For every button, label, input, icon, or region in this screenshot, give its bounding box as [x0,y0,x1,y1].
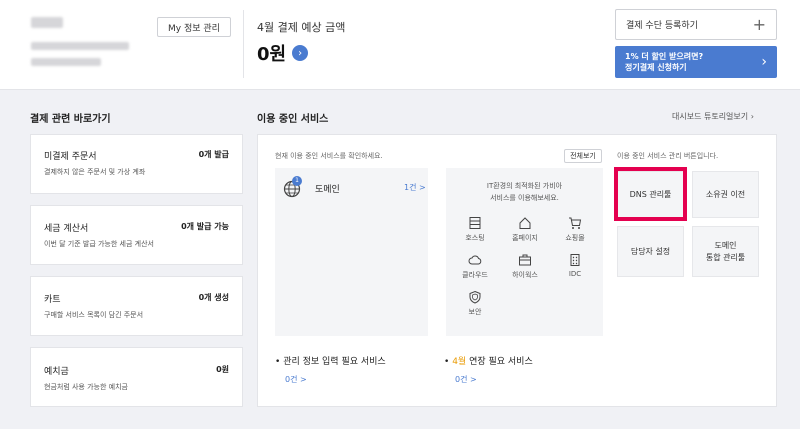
renewal-required-count[interactable]: 0건 > [455,374,477,385]
ownership-transfer-button[interactable]: 소유권 이전 [692,171,759,218]
my-info-button[interactable]: My 정보 관리 [157,17,231,37]
domain-service-row[interactable]: 1 도메인 1건 > [275,168,428,336]
shortcut-card-cart[interactable]: 카트 0개 생성 구매할 서비스 목록이 담긴 주문서 [30,276,243,336]
renewal-required-label: • 4월 연장 필요 서비스 [444,354,533,367]
subscription-promo-button[interactable]: 1% 더 할인 받으려면? 정기결제 신청하기 › [615,46,777,78]
header-divider [243,10,244,78]
shortcut-value: 0원 [216,365,229,374]
shortcut-card-deposit[interactable]: 예치금 0원 현금처럼 사용 가능한 예치금 [30,347,243,407]
shortcut-title: 세금 계산서 [44,224,89,234]
services-title: 이용 중인 서비스 [257,114,329,125]
expected-amount-row: 0원 › [257,40,309,66]
info-required-label: • 관리 정보 입력 필요 서비스 [275,354,386,367]
homepage-service[interactable]: 홈페이지 [500,216,550,243]
rack-icon [570,254,580,266]
expected-amount: 0원 [257,44,287,65]
service-label: 홈페이지 [512,234,538,242]
bullet: • [275,357,281,367]
manager-settings-label: 담당자 설정 [630,246,671,256]
renewal-required-text: 연장 필요 서비스 [466,357,533,367]
shortcut-value: 0개 발급 [198,150,229,159]
service-label: IDC [568,270,582,278]
chevron-right-icon: › [750,112,754,121]
expected-payment-label: 4월 결제 예상 금액 [257,21,346,34]
promo-text-line1: IT환경의 최적화된 가비아 [486,182,563,190]
cloud-icon [468,255,482,265]
shortcut-value: 0개 생성 [198,293,229,302]
cart-icon [569,217,582,229]
domain-integrated-manager-button[interactable]: 도메인 통합 관리툴 [692,226,759,277]
promo-line2: 정기결제 신청하기 [625,63,687,72]
domain-label: 도메인 [315,185,340,195]
dns-manager-highlight [614,167,687,221]
renewal-month: 4월 [452,357,467,367]
service-label: 쇼핑몰 [565,234,585,242]
shortcut-desc: 결제하지 않은 주문서 및 가상 계좌 [44,168,146,176]
domain-count[interactable]: 1건 > [404,182,426,193]
shortcut-desc: 구매할 서비스 목록이 담긴 주문서 [44,311,144,319]
tutorial-link[interactable]: 대시보드 튜토리얼보기 › [672,111,754,122]
hiworks-service[interactable]: 하이웍스 [500,253,550,280]
ownership-transfer-label: 소유권 이전 [705,189,746,199]
promo-text-line2: 서비스를 이용해보세요. [490,194,559,202]
service-promo-box: IT환경의 최적화된 가비아 서비스를 이용해보세요. 호스팅 홈페이지 쇼핑몰… [446,168,603,336]
manager-settings-button[interactable]: 담당자 설정 [617,226,684,277]
user-id-redacted [31,58,101,66]
cloud-service[interactable]: 클라우드 [450,253,500,280]
promo-line1: 1% 더 할인 받으려면? [625,52,704,61]
domain-badge: 1 [292,176,302,186]
info-required-count[interactable]: 0건 > [285,374,307,385]
shortcut-title: 미결제 주문서 [44,152,97,162]
shortcut-title: 카트 [44,295,61,305]
shortcut-desc: 현금처럼 사용 가능한 예치금 [44,383,128,391]
shortcut-value: 0개 발급 가능 [181,222,229,231]
briefcase-icon [519,254,531,266]
server-icon [469,217,481,229]
shortcuts-title: 결제 관련 바로가기 [30,114,111,125]
shopping-mall-service[interactable]: 쇼핑몰 [550,216,600,243]
info-required-text: 관리 정보 입력 필요 서비스 [283,357,386,367]
account-header: My 정보 관리 4월 결제 예상 금액 0원 › 결제 수단 등록하기 + 1… [0,0,800,90]
service-label: 보안 [468,308,482,316]
security-service[interactable]: 보안 [450,290,500,317]
manage-text: 이용 중인 서비스 관리 버튼입니다. [617,152,719,160]
services-check-text: 현재 이용 중인 서비스를 확인하세요. [275,152,383,160]
shortcut-desc: 이번 달 기준 발급 가능한 세금 계산서 [44,240,154,248]
hosting-service[interactable]: 호스팅 [450,216,500,243]
register-payment-button[interactable]: 결제 수단 등록하기 + [615,9,777,40]
bullet: • [444,357,450,367]
domain-integrated-line2: 통합 관리툴 [705,252,746,262]
shortcut-card-tax-invoice[interactable]: 세금 계산서 0개 발급 가능 이번 달 기준 발급 가능한 세금 계산서 [30,205,243,265]
user-email-redacted [31,42,129,50]
chevron-right-icon: › [761,54,767,70]
tutorial-label: 대시보드 튜토리얼보기 [672,112,749,121]
amount-detail-arrow-icon[interactable]: › [292,45,309,61]
register-payment-label: 결제 수단 등록하기 [626,21,698,31]
user-name-redacted [31,17,63,28]
house-icon [519,217,531,229]
shortcut-card-unpaid[interactable]: 미결제 주문서 0개 발급 결제하지 않은 주문서 및 가상 계좌 [30,134,243,194]
view-all-button[interactable]: 전체보기 [564,149,602,163]
service-label: 하이웍스 [512,271,538,279]
services-panel: 현재 이용 중인 서비스를 확인하세요. 전체보기 1 도메인 1건 > IT환… [257,134,777,407]
domain-integrated-line1: 도메인 [714,240,737,250]
service-label: 호스팅 [465,234,485,242]
plus-icon: + [752,15,766,34]
idc-service[interactable]: IDC [550,253,600,278]
service-label: 클라우드 [462,271,488,279]
shield-icon [469,290,481,304]
shortcut-title: 예치금 [44,367,69,377]
